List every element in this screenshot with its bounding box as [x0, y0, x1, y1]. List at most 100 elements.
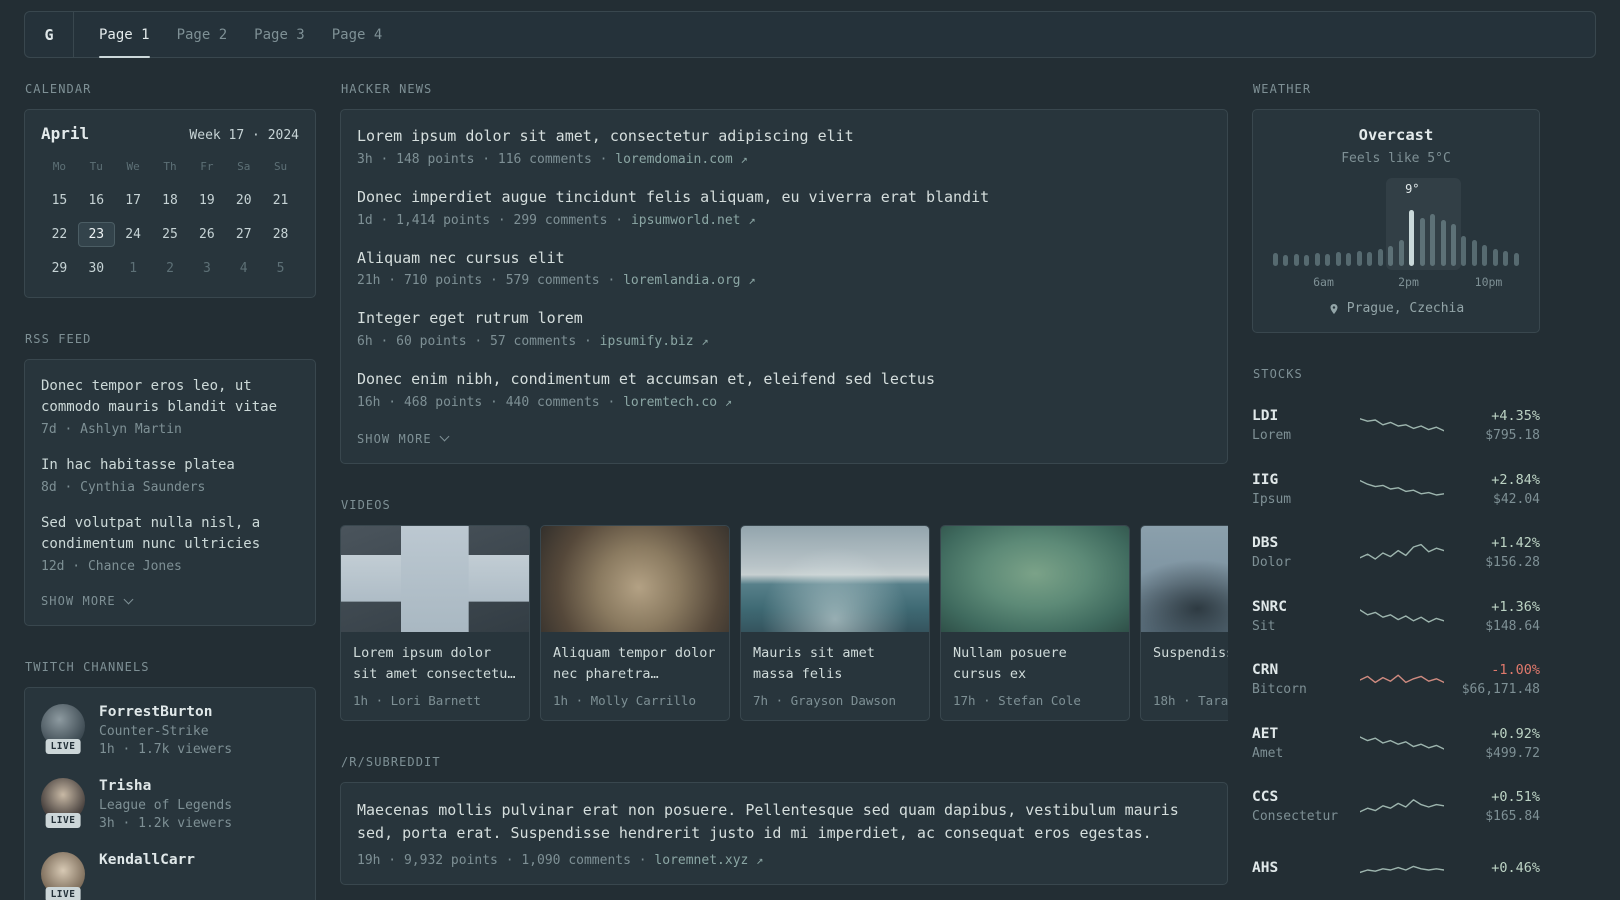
stock-ticker[interactable]: LDI: [1252, 408, 1278, 424]
app-logo[interactable]: G: [25, 12, 73, 57]
rss-show-more-button[interactable]: SHOW MORE: [41, 594, 134, 608]
twitch-game[interactable]: League of Legends: [99, 798, 232, 813]
stock-values: +0.46%: [1452, 860, 1540, 880]
video-card[interactable]: Aliquam tempor dolor nec pharetra… 1h · …: [540, 524, 730, 721]
weather-time-label: 10pm: [1474, 275, 1503, 289]
stock-ticker[interactable]: AHS: [1252, 860, 1278, 876]
rss-item: In hac habitasse platea 8d · Cynthia Sau…: [41, 455, 299, 495]
stock-row[interactable]: CCS Consectetur +0.51% $165.84: [1252, 775, 1540, 839]
subreddit-post-domain[interactable]: loremnet.xyz: [654, 853, 748, 868]
video-thumbnail[interactable]: [1141, 525, 1228, 632]
avatar: LIVE: [41, 852, 85, 900]
hackernews-section-title: HACKER NEWS: [341, 82, 433, 96]
stock-change: +0.92%: [1491, 725, 1540, 742]
stock-ticker[interactable]: DBS: [1252, 535, 1278, 551]
video-title[interactable]: Lorem ipsum dolor sit amet consectetu…: [353, 643, 517, 685]
video-thumbnail[interactable]: [741, 525, 929, 632]
subreddit-post-stats: 19h · 9,932 points · 1,090 comments ·: [357, 853, 647, 869]
weather-bar: [1377, 249, 1383, 266]
hackernews-item-title[interactable]: Donec enim nibh, condimentum et accumsan…: [357, 369, 1211, 391]
video-card[interactable]: Nullam posuere cursus ex 17h · Stefan Co…: [940, 524, 1130, 721]
external-link-icon: ↗: [756, 853, 764, 868]
weather-location-label: Prague, Czechia: [1346, 301, 1465, 316]
stock-ticker[interactable]: AET: [1252, 726, 1278, 742]
stock-price: $499.72: [1485, 745, 1540, 761]
hackernews-item-title[interactable]: Lorem ipsum dolor sit amet, consectetur …: [357, 126, 1211, 148]
tab-page-3[interactable]: Page 3: [254, 12, 305, 57]
stock-price: $42.04: [1493, 491, 1540, 507]
twitch-channel-item[interactable]: LIVE Trisha League of Legends 3h · 1.2k …: [41, 778, 299, 831]
stock-values: +0.92% $499.72: [1452, 726, 1540, 761]
twitch-channel-name[interactable]: KendallCarr: [99, 852, 195, 868]
rss-item-title[interactable]: Donec tempor eros leo, ut commodo mauris…: [41, 376, 299, 418]
video-title[interactable]: Suspendisse diam: [1153, 643, 1228, 685]
subreddit-widget: Maecenas mollis pulvinar erat non posuer…: [340, 781, 1228, 886]
stock-ticker[interactable]: CCS: [1252, 789, 1278, 805]
stock-row[interactable]: AET Amet +0.92% $499.72: [1252, 712, 1540, 776]
stock-sparkline: [1359, 411, 1445, 441]
hackernews-item-title[interactable]: Donec imperdiet augue tincidunt felis al…: [357, 187, 1211, 209]
stock-row[interactable]: SNRC Sit +1.36% $148.64: [1252, 585, 1540, 649]
twitch-game[interactable]: Counter-Strike: [99, 724, 232, 739]
video-meta: 17h · Stefan Cole: [953, 692, 1081, 708]
weather-time-labels: 6am 2pm 10pm: [1271, 275, 1521, 290]
stock-price: $66,171.48: [1461, 682, 1540, 698]
video-thumbnail[interactable]: [541, 525, 729, 632]
stock-row[interactable]: AHS +0.46%: [1252, 839, 1540, 900]
video-thumbnail[interactable]: [941, 525, 1129, 632]
videos-section-title: VIDEOS: [341, 497, 391, 512]
twitch-channel-name[interactable]: ForrestBurton: [99, 704, 232, 720]
video-card[interactable]: Suspendisse diam 18h · Tara: [1140, 524, 1228, 721]
hackernews-item-domain[interactable]: loremlandia.org: [623, 273, 740, 288]
video-title[interactable]: Aliquam tempor dolor nec pharetra…: [553, 643, 717, 685]
rss-item-title[interactable]: In hac habitasse platea: [41, 455, 299, 476]
stock-ticker[interactable]: CRN: [1252, 662, 1278, 678]
weather-bar: [1293, 254, 1299, 266]
video-body: Suspendisse diam 18h · Tara: [1141, 632, 1228, 720]
video-meta: 1h · Lori Barnett: [353, 692, 481, 708]
weather-section-title: WEATHER: [1253, 82, 1312, 96]
hackernews-item: Donec imperdiet augue tincidunt felis al…: [357, 187, 1211, 228]
live-badge: LIVE: [45, 887, 81, 900]
tab-page-2[interactable]: Page 2: [177, 12, 228, 57]
stock-ticker[interactable]: IIG: [1252, 472, 1278, 488]
rss-item: Donec tempor eros leo, ut commodo mauris…: [41, 376, 299, 437]
twitch-section-title: TWITCH CHANNELS: [25, 660, 150, 674]
hackernews-show-more-button[interactable]: SHOW MORE: [357, 432, 450, 446]
stock-row[interactable]: CRN Bitcorn -1.00% $66,171.48: [1252, 648, 1540, 712]
stock-ticker[interactable]: SNRC: [1252, 599, 1287, 615]
calendar-day-header: Sa: [237, 160, 251, 173]
stock-name: Ipsum: [1252, 491, 1292, 507]
hackernews-item-domain[interactable]: ipsumify.biz: [600, 334, 694, 349]
tab-page-4[interactable]: Page 4: [332, 12, 383, 57]
hackernews-item-domain[interactable]: loremtech.co: [623, 395, 717, 410]
twitch-channel-name[interactable]: Trisha: [99, 778, 232, 794]
hackernews-item-domain[interactable]: loremdomain.com: [615, 152, 732, 167]
peak-temp-label: 9°: [1405, 182, 1420, 196]
rss-item-title[interactable]: Sed volutpat nulla nisl, a condimentum n…: [41, 513, 299, 555]
stock-values: +4.35% $795.18: [1452, 408, 1540, 443]
twitch-channel-item[interactable]: LIVE KendallCarr: [41, 852, 299, 900]
stocks-section-title: STOCKS: [1253, 367, 1303, 381]
stock-row[interactable]: DBS Dolor +1.42% $156.28: [1252, 521, 1540, 585]
video-card[interactable]: Mauris sit amet massa felis 7h · Grayson…: [740, 524, 930, 721]
stock-values: +0.51% $165.84: [1452, 789, 1540, 824]
hackernews-item-title[interactable]: Integer eget rutrum lorem: [357, 308, 1211, 330]
stock-sparkline: [1359, 601, 1445, 631]
stock-price: $165.84: [1485, 809, 1540, 825]
subreddit-post-title[interactable]: Maecenas mollis pulvinar erat non posuer…: [357, 799, 1211, 846]
tab-page-1[interactable]: Page 1: [99, 12, 150, 58]
weather-section: WEATHER Overcast Feels like 5°C 9° 6am 2…: [1252, 82, 1540, 333]
stock-row[interactable]: LDI Lorem +4.35% $795.18: [1252, 394, 1540, 458]
video-title[interactable]: Mauris sit amet massa felis: [753, 643, 917, 685]
stock-row[interactable]: IIG Ipsum +2.84% $42.04: [1252, 458, 1540, 522]
video-card[interactable]: Lorem ipsum dolor sit amet consectetu… 1…: [340, 524, 530, 721]
calendar-day-header: Tu: [89, 160, 103, 173]
videos-row: Lorem ipsum dolor sit amet consectetu… 1…: [340, 524, 1228, 721]
twitch-channel-item[interactable]: LIVE ForrestBurton Counter-Strike 1h · 1…: [41, 704, 299, 757]
calendar-week-label: Week 17 · 2024: [189, 128, 299, 143]
video-title[interactable]: Nullam posuere cursus ex: [953, 643, 1117, 685]
hackernews-item-domain[interactable]: ipsumworld.net: [631, 213, 741, 228]
video-thumbnail[interactable]: [341, 525, 529, 632]
hackernews-item-title[interactable]: Aliquam nec cursus elit: [357, 248, 1211, 270]
